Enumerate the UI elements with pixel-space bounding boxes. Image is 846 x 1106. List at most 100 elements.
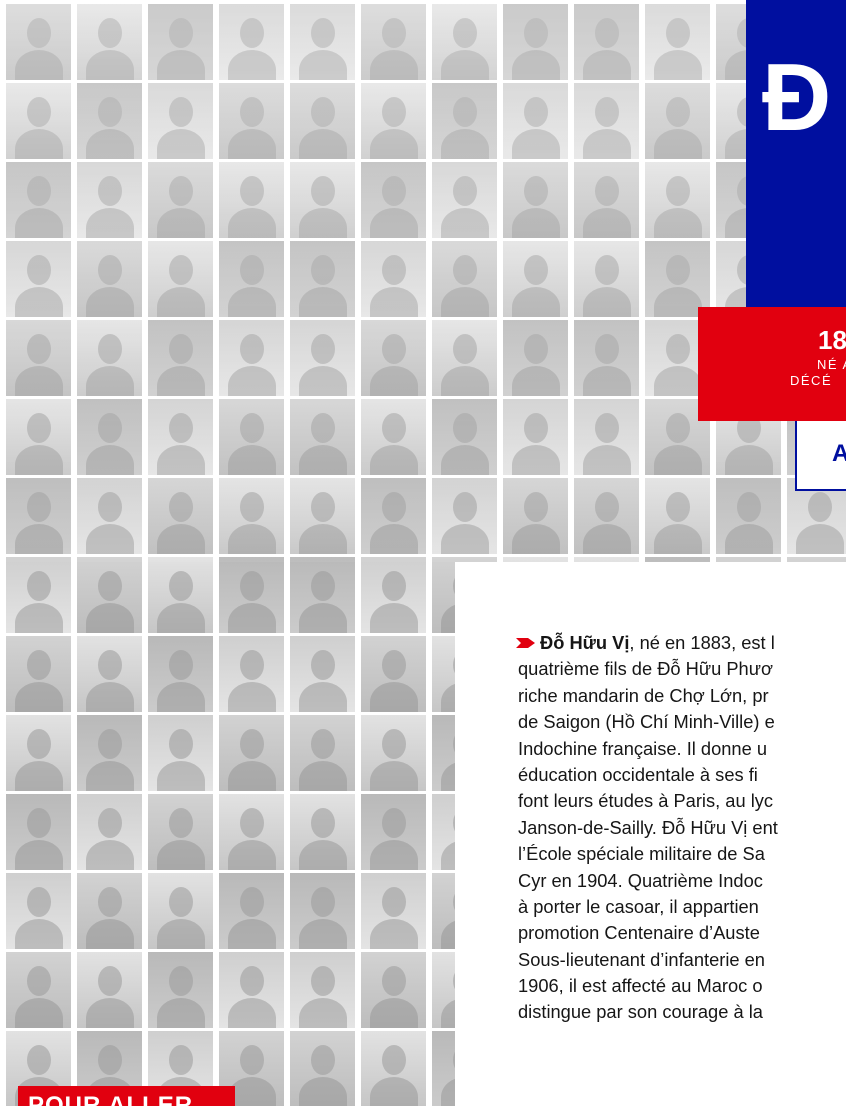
portrait-photo <box>6 320 71 396</box>
portrait-photo <box>432 83 497 159</box>
portrait-photo <box>361 636 426 712</box>
page-title: Đ <box>762 44 832 151</box>
portrait-photo <box>219 873 284 949</box>
portrait-photo <box>148 794 213 870</box>
portrait-photo <box>6 241 71 317</box>
portrait-photo <box>503 478 568 554</box>
portrait-photo <box>361 4 426 80</box>
portrait-photo <box>77 162 142 238</box>
footer-tag-label: POUR ALLER <box>28 1092 194 1106</box>
outline-button[interactable]: A <box>795 421 846 491</box>
portrait-photo <box>503 320 568 396</box>
portrait-photo <box>77 715 142 791</box>
date-block: 18 NÉ A DÉCÉ <box>698 307 846 421</box>
portrait-photo <box>77 241 142 317</box>
portrait-photo <box>290 478 355 554</box>
portrait-photo <box>6 794 71 870</box>
portrait-photo <box>361 399 426 475</box>
portrait-photo <box>574 4 639 80</box>
footer-tag[interactable]: POUR ALLER <box>18 1086 235 1106</box>
portrait-photo <box>574 399 639 475</box>
portrait-photo <box>432 478 497 554</box>
portrait-photo <box>77 557 142 633</box>
portrait-photo <box>6 873 71 949</box>
text-line: quatrième fils de Đỗ Hữu Phươ <box>518 658 773 680</box>
portrait-photo <box>290 4 355 80</box>
text-line: distingue par son courage à la <box>518 1001 763 1023</box>
portrait-photo <box>645 478 710 554</box>
portrait-photo <box>361 162 426 238</box>
portrait-photo <box>290 952 355 1028</box>
portrait-photo <box>6 162 71 238</box>
portrait-photo <box>432 4 497 80</box>
text-line: l’École spéciale militaire de Sa <box>518 843 765 865</box>
text-line: à porter le casoar, il appartien <box>518 895 759 917</box>
portrait-photo <box>219 399 284 475</box>
arrow-icon <box>516 638 535 648</box>
portrait-photo <box>574 478 639 554</box>
portrait-photo <box>290 320 355 396</box>
biography-first-line: Đỗ Hữu Vị, né en 1883, est l <box>516 630 846 656</box>
biography-text: Đỗ Hữu Vị, né en 1883, est l quatrième f… <box>516 630 846 1026</box>
portrait-photo <box>6 557 71 633</box>
portrait-photo <box>290 715 355 791</box>
portrait-photo <box>148 636 213 712</box>
portrait-photo <box>432 241 497 317</box>
title-block: Đ <box>746 0 846 307</box>
portrait-photo <box>148 320 213 396</box>
text-line: éducation occidentale à ses fi <box>518 763 758 785</box>
portrait-photo <box>77 83 142 159</box>
portrait-photo <box>77 636 142 712</box>
portrait-photo <box>219 162 284 238</box>
portrait-photo <box>503 4 568 80</box>
portrait-photo <box>77 478 142 554</box>
portrait-photo <box>361 320 426 396</box>
portrait-photo <box>432 320 497 396</box>
portrait-photo <box>290 636 355 712</box>
portrait-photo <box>6 83 71 159</box>
subject-name: Đỗ Hữu Vị <box>540 632 630 653</box>
portrait-photo <box>77 794 142 870</box>
portrait-photo <box>148 83 213 159</box>
death-line: DÉCÉ <box>790 373 833 388</box>
portrait-photo <box>645 241 710 317</box>
text-line: Cyr en 1904. Quatrième Indoc <box>518 869 763 891</box>
portrait-photo <box>148 399 213 475</box>
portrait-photo <box>148 952 213 1028</box>
portrait-photo <box>361 952 426 1028</box>
text-line: 1906, il est affecté au Maroc o <box>518 975 763 997</box>
portrait-photo <box>361 478 426 554</box>
text-line: Janson-de-Sailly. Đỗ Hữu Vị ent <box>518 816 778 838</box>
portrait-photo <box>77 399 142 475</box>
portrait-photo <box>6 4 71 80</box>
text-line: , né en 1883, est l <box>629 632 775 653</box>
portrait-photo <box>6 952 71 1028</box>
portrait-photo <box>219 83 284 159</box>
portrait-photo <box>361 794 426 870</box>
portrait-photo <box>6 715 71 791</box>
portrait-photo <box>716 478 781 554</box>
portrait-photo <box>148 557 213 633</box>
portrait-photo <box>290 162 355 238</box>
portrait-photo <box>361 1031 426 1106</box>
portrait-photo <box>290 83 355 159</box>
portrait-photo <box>361 241 426 317</box>
portrait-photo <box>645 4 710 80</box>
portrait-photo <box>219 320 284 396</box>
portrait-photo <box>574 320 639 396</box>
portrait-photo <box>645 83 710 159</box>
portrait-photo <box>148 873 213 949</box>
portrait-photo <box>432 399 497 475</box>
portrait-photo <box>290 873 355 949</box>
portrait-photo <box>361 715 426 791</box>
portrait-photo <box>290 399 355 475</box>
portrait-photo <box>503 241 568 317</box>
life-years: 18 <box>818 325 846 355</box>
text-line: font leurs études à Paris, au lyc <box>518 790 774 812</box>
portrait-photo <box>77 4 142 80</box>
portrait-photo <box>148 162 213 238</box>
portrait-photo <box>148 4 213 80</box>
portrait-photo <box>6 636 71 712</box>
text-line: promotion Centenaire d’Auste <box>518 922 760 944</box>
portrait-photo <box>503 162 568 238</box>
